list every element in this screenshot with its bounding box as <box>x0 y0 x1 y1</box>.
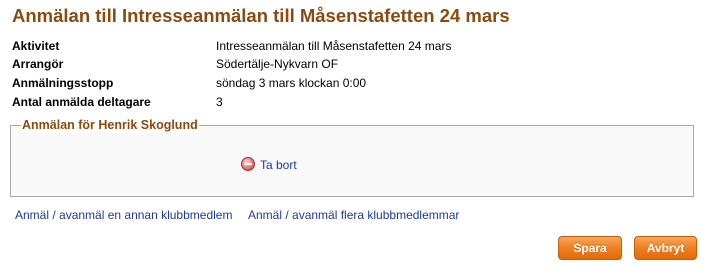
info-value-participant-count: 3 <box>216 95 223 109</box>
info-value-deadline: söndag 3 mars klockan 0:00 <box>216 76 367 90</box>
registration-fieldset: Anmälan för Henrik Skoglund Ta bort <box>10 117 694 197</box>
info-label-deadline: Anmälningsstopp <box>12 76 114 90</box>
registration-legend: Anmälan för Henrik Skoglund <box>21 117 199 133</box>
info-value-activity: Intresseanmälan till Måsenstafetten 24 m… <box>216 39 452 53</box>
register-multiple-members-link[interactable]: Anmäl / avanmäl flera klubbmedlemmar <box>248 207 459 223</box>
save-button[interactable]: Spara <box>558 236 622 260</box>
cancel-button[interactable]: Avbryt <box>634 236 697 260</box>
info-value-organizer: Södertälje-Nykvarn OF <box>216 57 339 71</box>
info-label-organizer: Arrangör <box>12 57 64 71</box>
remove-circle-icon <box>241 157 255 171</box>
remove-registration-label: Ta bort <box>260 158 297 172</box>
info-label-participant-count: Antal anmälda deltagare <box>12 95 151 109</box>
info-label-activity: Aktivitet <box>12 39 60 53</box>
page-title: Anmälan till Intresseanmälan till Måsens… <box>12 5 510 26</box>
register-other-member-link[interactable]: Anmäl / avanmäl en annan klubbmedlem <box>15 207 232 223</box>
